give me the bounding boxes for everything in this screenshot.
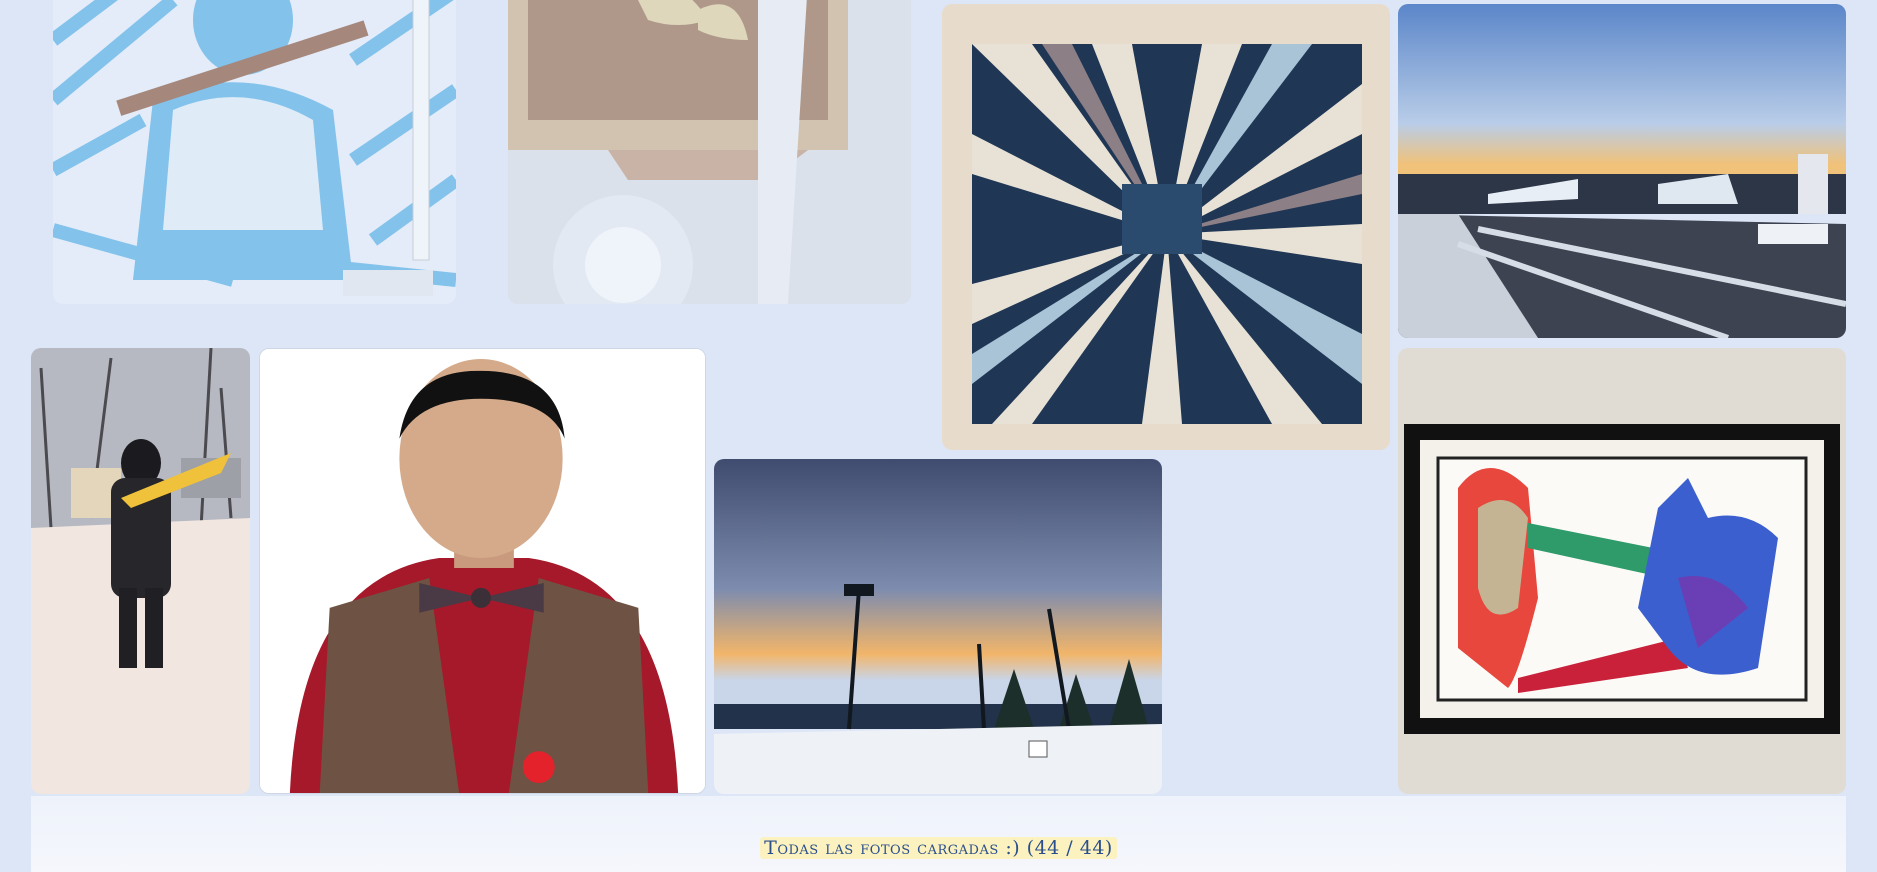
axe-figure-image bbox=[53, 0, 456, 304]
quilt-image bbox=[942, 4, 1390, 450]
load-status-text: Todas las fotos cargadas :) (44 / 44) bbox=[31, 837, 1846, 859]
photo-wood-frame-reflection[interactable] bbox=[508, 0, 911, 304]
photo-axe-figure-painting[interactable] bbox=[53, 0, 456, 304]
wood-frame-image bbox=[508, 0, 911, 304]
wolf-art-image bbox=[1398, 348, 1846, 794]
gallery-footer: Todas las fotos cargadas :) (44 / 44) bbox=[31, 796, 1846, 872]
photo-indigo-quilt[interactable] bbox=[942, 4, 1390, 450]
street-sunset-image bbox=[1398, 4, 1846, 338]
photo-framed-wolf-art[interactable] bbox=[1398, 348, 1846, 794]
stadium-sunset-image bbox=[714, 459, 1162, 794]
person-snow-image bbox=[31, 348, 250, 794]
load-status-label: Todas las fotos cargadas :) (44 / 44) bbox=[760, 837, 1117, 859]
photo-portrait-vest[interactable] bbox=[259, 348, 706, 794]
portrait-image bbox=[260, 349, 705, 793]
photo-person-snow-walk[interactable] bbox=[31, 348, 250, 794]
photo-stadium-sunset[interactable] bbox=[714, 459, 1162, 794]
photo-snowy-street-sunset[interactable] bbox=[1398, 4, 1846, 338]
